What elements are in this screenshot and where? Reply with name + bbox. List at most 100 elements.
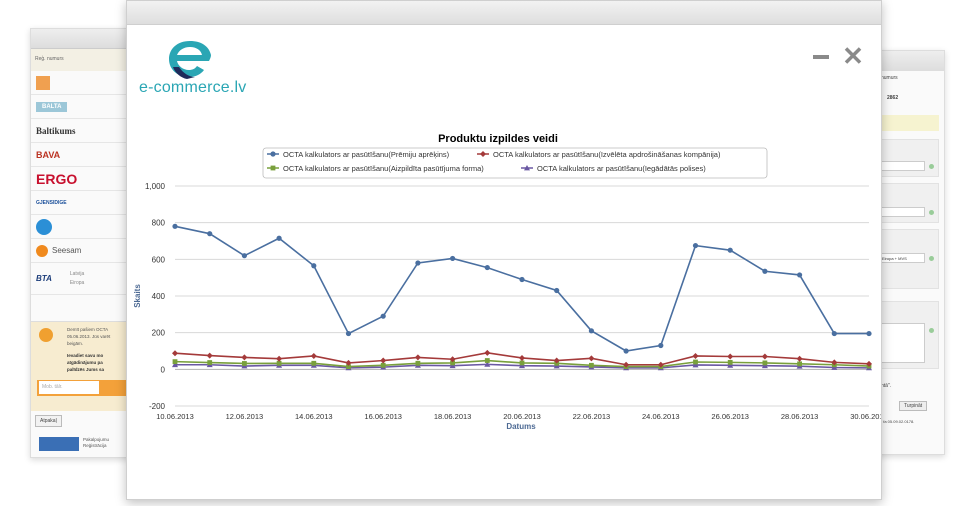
insurer-logo [36, 75, 50, 90]
legend-item[interactable]: OCTA kalkulators ar pasūtīšanu(Prēmiju a… [267, 150, 450, 159]
insurer-option-bta[interactable]: BTA Latvija Eiropa [31, 263, 139, 295]
x-tick-label: 24.06.2013 [642, 412, 680, 421]
data-point[interactable] [762, 360, 768, 366]
notice-bold-2: atgādinājumu pa [67, 360, 103, 365]
data-point[interactable] [484, 358, 490, 363]
footer-text: Pakalpojumu Reģistrācija [83, 437, 109, 449]
x-tick-label: 12.06.2013 [226, 412, 264, 421]
data-point[interactable] [241, 253, 247, 259]
back-button[interactable]: Atpakaļ [35, 415, 62, 427]
x-tick-label: 14.06.2013 [295, 412, 333, 421]
chart-legend[interactable]: OCTA kalkulators ar pasūtīšanu(Prēmiju a… [262, 147, 768, 179]
data-point[interactable] [345, 330, 352, 337]
data-point[interactable] [519, 354, 525, 361]
legend-label: OCTA kalkulators ar pasūtīšanu(Izvēlēta … [493, 150, 721, 159]
insurer-logo-bta: BTA [36, 274, 52, 283]
insurer-logo-gjensidige: GJENSIDIGE [36, 199, 67, 206]
data-point[interactable] [762, 268, 768, 274]
insurer-option-bava[interactable]: BAVA [31, 143, 139, 167]
right-info-bar [877, 115, 939, 131]
data-point[interactable] [589, 362, 594, 368]
region-select[interactable]: Eiropa + MVS [879, 253, 925, 263]
data-point[interactable] [693, 359, 698, 365]
notice-text: Demīt paŝiem OCTA 05.06.2013. Jūs varēt … [67, 326, 110, 347]
data-point[interactable] [311, 360, 317, 366]
footer-line-2: Reģistrācija [83, 443, 107, 448]
insurer-option-gjensidige[interactable]: GJENSIDIGE [31, 191, 139, 215]
mobile-phone-input[interactable]: Mob. tālr. [39, 381, 99, 394]
insurer-option-if[interactable] [31, 215, 139, 239]
minimize-icon [813, 55, 829, 59]
bta-options: Latvija Eiropa [70, 270, 84, 288]
data-point[interactable] [450, 255, 456, 262]
data-point[interactable] [206, 352, 213, 359]
data-point[interactable] [727, 247, 733, 253]
data-point[interactable] [380, 313, 386, 319]
data-point[interactable] [380, 357, 387, 364]
data-point[interactable] [484, 264, 490, 271]
close-button[interactable]: ✕ [842, 43, 864, 69]
data-point[interactable] [519, 276, 525, 283]
data-point[interactable] [484, 349, 491, 356]
data-point[interactable] [727, 353, 734, 360]
bta-option-latvija[interactable]: Latvija [70, 271, 84, 277]
screen: Reģ. numurs BALTA Baltikums BAVA ERGO GJ… [0, 0, 963, 506]
insurer-option-ergo[interactable]: ERGO [31, 167, 139, 191]
right-input-2[interactable] [879, 207, 925, 217]
legend-item[interactable]: OCTA kalkulators ar pasūtīšanu(Aizpildīt… [267, 164, 484, 173]
insurer-logo-balta: BALTA [36, 101, 68, 112]
insurer-option-seesam[interactable]: Seesam [31, 239, 139, 263]
data-point[interactable] [588, 355, 595, 362]
right-input-1[interactable] [879, 161, 925, 171]
bta-option-eiropa[interactable]: Eiropa [70, 280, 84, 286]
data-point[interactable] [761, 353, 768, 360]
data-point[interactable] [415, 360, 421, 366]
insurer-option-balta[interactable]: BALTA [31, 95, 139, 119]
right-textarea[interactable] [879, 323, 925, 363]
data-point[interactable] [519, 360, 525, 366]
data-point[interactable] [172, 350, 178, 357]
data-point[interactable] [172, 359, 178, 365]
data-point[interactable] [276, 235, 282, 241]
left-background-panel: Reģ. numurs BALTA Baltikums BAVA ERGO GJ… [30, 28, 141, 458]
data-point[interactable] [241, 354, 248, 361]
data-point[interactable] [554, 287, 560, 294]
data-point[interactable] [415, 260, 421, 266]
data-point[interactable] [380, 362, 386, 368]
data-point[interactable] [270, 165, 276, 171]
data-point[interactable] [797, 361, 802, 367]
chart-series [172, 223, 872, 371]
service-logo [39, 437, 79, 451]
legend-item[interactable]: OCTA kalkulators ar pasūtīšanu(Iegādātās… [521, 164, 706, 173]
data-point[interactable] [207, 231, 213, 237]
continue-button[interactable]: Turpināt [899, 401, 928, 411]
data-point[interactable] [310, 352, 317, 359]
data-point[interactable] [276, 355, 283, 362]
data-point[interactable] [658, 342, 664, 349]
data-point[interactable] [207, 360, 213, 365]
legend-item[interactable]: OCTA kalkulators ar pasūtīšanu(Izvēlēta … [477, 150, 721, 159]
x-tick-label: 28.06.2013 [781, 412, 819, 421]
data-point[interactable] [692, 352, 699, 359]
minimize-button[interactable] [811, 49, 831, 65]
x-tick-label: 22.06.2013 [573, 412, 611, 421]
data-point[interactable] [414, 354, 421, 361]
data-point[interactable] [692, 242, 699, 249]
insurer-logo-ergo: ERGO [36, 170, 78, 187]
right-footer: ies fa 05.09.02.0178. [877, 419, 915, 424]
data-point[interactable] [797, 272, 803, 278]
data-point[interactable] [727, 359, 733, 365]
data-point[interactable] [623, 348, 629, 354]
data-point[interactable] [588, 328, 594, 334]
data-point[interactable] [866, 330, 872, 337]
data-point[interactable] [242, 361, 247, 366]
insurer-option[interactable] [31, 71, 139, 95]
insurer-option-baltikums[interactable]: Baltikums [31, 119, 139, 143]
check-icon [929, 328, 934, 333]
data-point[interactable] [311, 263, 317, 269]
y-tick-label: 600 [152, 255, 166, 264]
data-point[interactable] [831, 330, 837, 337]
data-point[interactable] [172, 223, 178, 229]
data-point[interactable] [270, 151, 276, 157]
data-point[interactable] [796, 355, 803, 362]
